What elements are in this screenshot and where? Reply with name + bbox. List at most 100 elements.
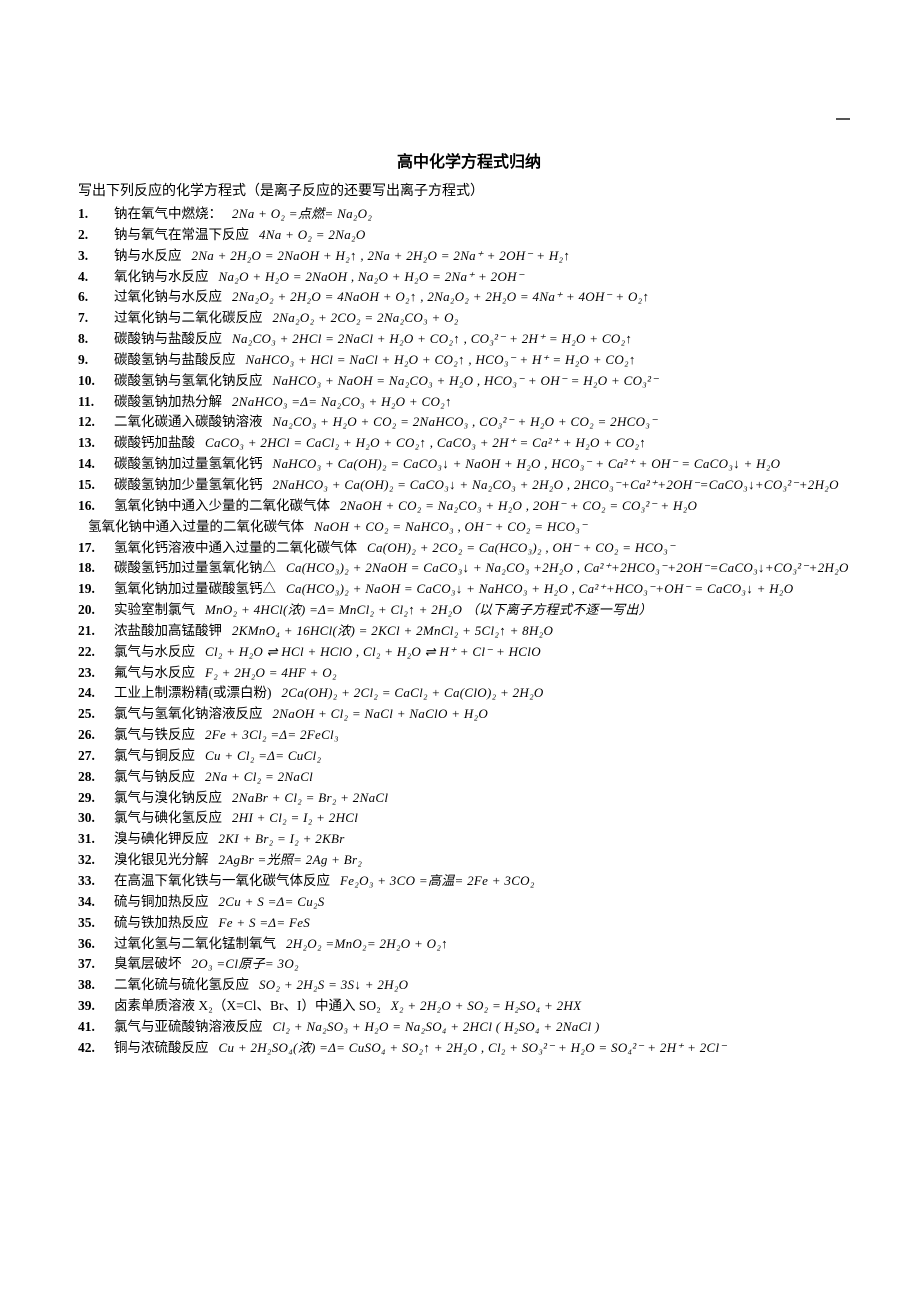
row-prompt: 碳酸钠与盐酸反应 — [114, 329, 222, 349]
equation-row: 32. 溴化银见光分解 2AgBr =光照= 2Ag + Br₂ — [78, 850, 860, 870]
equation-row: 25.氯气与氢氧化钠溶液反应2NaOH + Cl₂ = NaCl + NaClO… — [78, 704, 860, 724]
row-prompt: 溴与碘化钾反应 — [114, 829, 209, 849]
row-number: 32. — [78, 850, 104, 870]
row-number: 9. — [78, 350, 104, 370]
row-handwriting: 2H₂O₂ =MnO₂= 2H₂O + O₂↑ — [286, 935, 448, 954]
row-handwriting: Fe₂O₃ + 3CO =高温= 2Fe + 3CO₂ — [340, 872, 535, 891]
row-prompt: 氢氧化钠加过量碳酸氢钙△ — [114, 579, 276, 599]
row-prompt: 工业上制漂粉精(或漂白粉) — [114, 683, 272, 703]
equation-list: 1.钠在氧气中燃烧：2Na + O₂ =点燃= Na₂O₂2.钠与氧气在常温下反… — [78, 204, 860, 1058]
row-handwriting: Ca(OH)₂ + 2CO₂ = Ca(HCO₃)₂ , OH⁻ + CO₂ =… — [367, 539, 675, 558]
row-handwriting: Na₂O + H₂O = 2NaOH , Na₂O + H₂O = 2Na⁺ +… — [219, 268, 524, 287]
row-prompt: 碳酸氢钠加过量氢氧化钙 — [114, 454, 263, 474]
equation-row: 34.硫与铜加热反应2Cu + S =Δ= Cu₂S — [78, 892, 860, 912]
row-prompt: 铜与浓硫酸反应 — [114, 1038, 209, 1058]
row-handwriting: 2Fe + 3Cl₂ =Δ= 2FeCl₃ — [205, 726, 339, 745]
row-handwriting: X₂ + 2H₂O + SO₂ = H₂SO₄ + 2HX — [391, 997, 582, 1016]
row-prompt: 氯气与碘化氢反应 — [114, 808, 222, 828]
row-prompt: 氯气与铜反应 — [114, 746, 195, 766]
row-handwriting: Ca(HCO₃)₂ + 2NaOH = CaCO₃↓ + Na₂CO₃ +2H₂… — [286, 559, 849, 578]
row-prompt: 氯气与溴化钠反应 — [114, 788, 222, 808]
row-number: 28. — [78, 767, 104, 787]
row-number: 33. — [78, 871, 104, 891]
row-number: 37. — [78, 954, 104, 974]
row-prompt: 溴化银见光分解 — [114, 850, 209, 870]
row-handwriting: 2NaHCO₃ + Ca(OH)₂ = CaCO₃↓ + Na₂CO₃ + 2H… — [273, 476, 839, 495]
row-number: 21. — [78, 621, 104, 641]
equation-row: 35. 硫与铁加热反应 Fe + S =Δ= FeS — [78, 913, 860, 933]
equation-row: 4.氧化钠与水反应Na₂O + H₂O = 2NaOH , Na₂O + H₂O… — [78, 267, 860, 287]
row-prompt: 过氧化钠与二氧化碳反应 — [114, 308, 263, 328]
row-handwriting: Na₂CO₃ + H₂O + CO₂ = 2NaHCO₃ , CO₃²⁻ + H… — [273, 413, 658, 432]
row-handwriting: 2Na₂O₂ + 2H₂O = 4NaOH + O₂↑ , 2Na₂O₂ + 2… — [232, 288, 649, 307]
row-number: 26. — [78, 725, 104, 745]
row-handwriting: 2NaHCO₃ =Δ= Na₂CO₃ + H₂O + CO₂↑ — [232, 393, 452, 412]
row-prompt: 氯气与钠反应 — [114, 767, 195, 787]
row-number: 20. — [78, 600, 104, 620]
equation-row: 29.氯气与溴化钠反应2NaBr + Cl₂ = Br₂ + 2NaCl — [78, 788, 860, 808]
equation-row: 26.氯气与铁反应2Fe + 3Cl₂ =Δ= 2FeCl₃ — [78, 725, 860, 745]
row-handwriting: 2NaOH + Cl₂ = NaCl + NaClO + H₂O — [273, 705, 489, 724]
row-handwriting: Na₂CO₃ + 2HCl = 2NaCl + H₂O + CO₂↑ , CO₃… — [232, 330, 632, 349]
row-number: 38. — [78, 975, 104, 995]
equation-row: 37.臭氧层破坏2O₃ =Cl原子= 3O₂ — [78, 954, 860, 974]
equation-row: 6.过氧化钠与水反应2Na₂O₂ + 2H₂O = 4NaOH + O₂↑ , … — [78, 287, 860, 307]
row-number: 6. — [78, 287, 104, 307]
row-handwriting: NaHCO₃ + NaOH = Na₂CO₃ + H₂O , HCO₃⁻ + O… — [273, 372, 659, 391]
row-number: 27. — [78, 746, 104, 766]
equation-row: 27. 氯气与铜反应 Cu + Cl₂ =Δ= CuCl₂ — [78, 746, 860, 766]
equation-row: 41.氯气与亚硫酸钠溶液反应Cl₂ + Na₂SO₃ + H₂O = Na₂SO… — [78, 1017, 860, 1037]
row-prompt: 卤素单质溶液 X₂（X=Cl、Br、I）中通入 SO₂ — [114, 996, 381, 1016]
row-handwriting: MnO₂ + 4HCl(浓) =Δ= MnCl₂ + Cl₂↑ + 2H₂O （… — [205, 601, 652, 620]
equation-row: 2.钠与氧气在常温下反应4Na + O₂ = 2Na₂O — [78, 225, 860, 245]
row-handwriting: Cu + Cl₂ =Δ= CuCl₂ — [205, 747, 321, 766]
row-handwriting: 2AgBr =光照= 2Ag + Br₂ — [219, 851, 363, 870]
page-mark — [836, 118, 850, 120]
row-handwriting: 2Ca(OH)₂ + 2Cl₂ = CaCl₂ + Ca(ClO)₂ + 2H₂… — [282, 684, 544, 703]
row-number: 36. — [78, 934, 104, 954]
row-handwriting: Cl₂ + H₂O ⇌ HCl + HClO , Cl₂ + H₂O ⇌ H⁺ … — [205, 643, 541, 662]
row-number: 13. — [78, 433, 104, 453]
equation-row: 18.碳酸氢钙加过量氢氧化钠△Ca(HCO₃)₂ + 2NaOH = CaCO₃… — [78, 558, 860, 578]
equation-row: 13.碳酸钙加盐酸CaCO₃ + 2HCl = CaCl₂ + H₂O + CO… — [78, 433, 860, 453]
row-prompt: 碳酸钙加盐酸 — [114, 433, 195, 453]
row-number: 10. — [78, 371, 104, 391]
equation-row: 7.过氧化钠与二氧化碳反应2Na₂O₂ + 2CO₂ = 2Na₂CO₃ + O… — [78, 308, 860, 328]
row-handwriting: 2KMnO₄ + 16HCl(浓) = 2KCl + 2MnCl₂ + 5Cl₂… — [232, 622, 553, 641]
row-number: 15. — [78, 475, 104, 495]
equation-row: 31.溴与碘化钾反应2KI + Br₂ = I₂ + 2KBr — [78, 829, 860, 849]
row-number: 1. — [78, 204, 104, 224]
intro-line: 写出下列反应的化学方程式（是离子反应的还要写出离子方程式） — [78, 180, 860, 200]
row-handwriting: 2KI + Br₂ = I₂ + 2KBr — [219, 830, 345, 849]
equation-row: 38.二氧化硫与硫化氢反应SO₂ + 2H₂S = 3S↓ + 2H₂O — [78, 975, 860, 995]
row-handwriting: Cu + 2H₂SO₄(浓) =Δ= CuSO₄ + SO₂↑ + 2H₂O ,… — [219, 1039, 727, 1058]
row-prompt: 在高温下氧化铁与一氧化碳气体反应 — [114, 871, 330, 891]
row-handwriting: Ca(HCO₃)₂ + NaOH = CaCO₃↓ + NaHCO₃ + H₂O… — [286, 580, 793, 599]
row-number: 7. — [78, 308, 104, 328]
row-number: 17. — [78, 538, 104, 558]
row-number: 25. — [78, 704, 104, 724]
row-handwriting: Fe + S =Δ= FeS — [219, 914, 311, 933]
row-prompt: 氯气与亚硫酸钠溶液反应 — [114, 1017, 263, 1037]
row-number: 8. — [78, 329, 104, 349]
row-handwriting: 4Na + O₂ = 2Na₂O — [259, 226, 366, 245]
row-number: 12. — [78, 412, 104, 432]
equation-row: 36.过氧化氢与二氧化锰制氧气2H₂O₂ =MnO₂= 2H₂O + O₂↑ — [78, 934, 860, 954]
equation-row: 21.浓盐酸加高锰酸钾2KMnO₄ + 16HCl(浓) = 2KCl + 2M… — [78, 621, 860, 641]
row-handwriting: 2Na + Cl₂ = 2NaCl — [205, 768, 313, 787]
row-number: 42. — [78, 1038, 104, 1058]
row-number: 22. — [78, 642, 104, 662]
row-prompt: 二氧化硫与硫化氢反应 — [114, 975, 249, 995]
equation-row: 39.卤素单质溶液 X₂（X=Cl、Br、I）中通入 SO₂X₂ + 2H₂O … — [78, 996, 860, 1016]
equation-row: 氢氧化钠中通入过量的二氧化碳气体NaOH + CO₂ = NaHCO₃ , OH… — [78, 517, 860, 537]
row-number: 34. — [78, 892, 104, 912]
row-number: 18. — [78, 558, 104, 578]
row-number: 35. — [78, 913, 104, 933]
row-prompt: 臭氧层破坏 — [114, 954, 182, 974]
row-prompt: 硫与铁加热反应 — [114, 913, 209, 933]
equation-row: 15.碳酸氢钠加少量氢氧化钙2NaHCO₃ + Ca(OH)₂ = CaCO₃↓… — [78, 475, 860, 495]
equation-row: 42. 铜与浓硫酸反应 Cu + 2H₂SO₄(浓) =Δ= CuSO₄ + SO₂… — [78, 1038, 860, 1058]
row-number: 3. — [78, 246, 104, 266]
row-number: 30. — [78, 808, 104, 828]
row-prompt: 氢氧化钠中通入少量的二氧化碳气体 — [114, 496, 330, 516]
